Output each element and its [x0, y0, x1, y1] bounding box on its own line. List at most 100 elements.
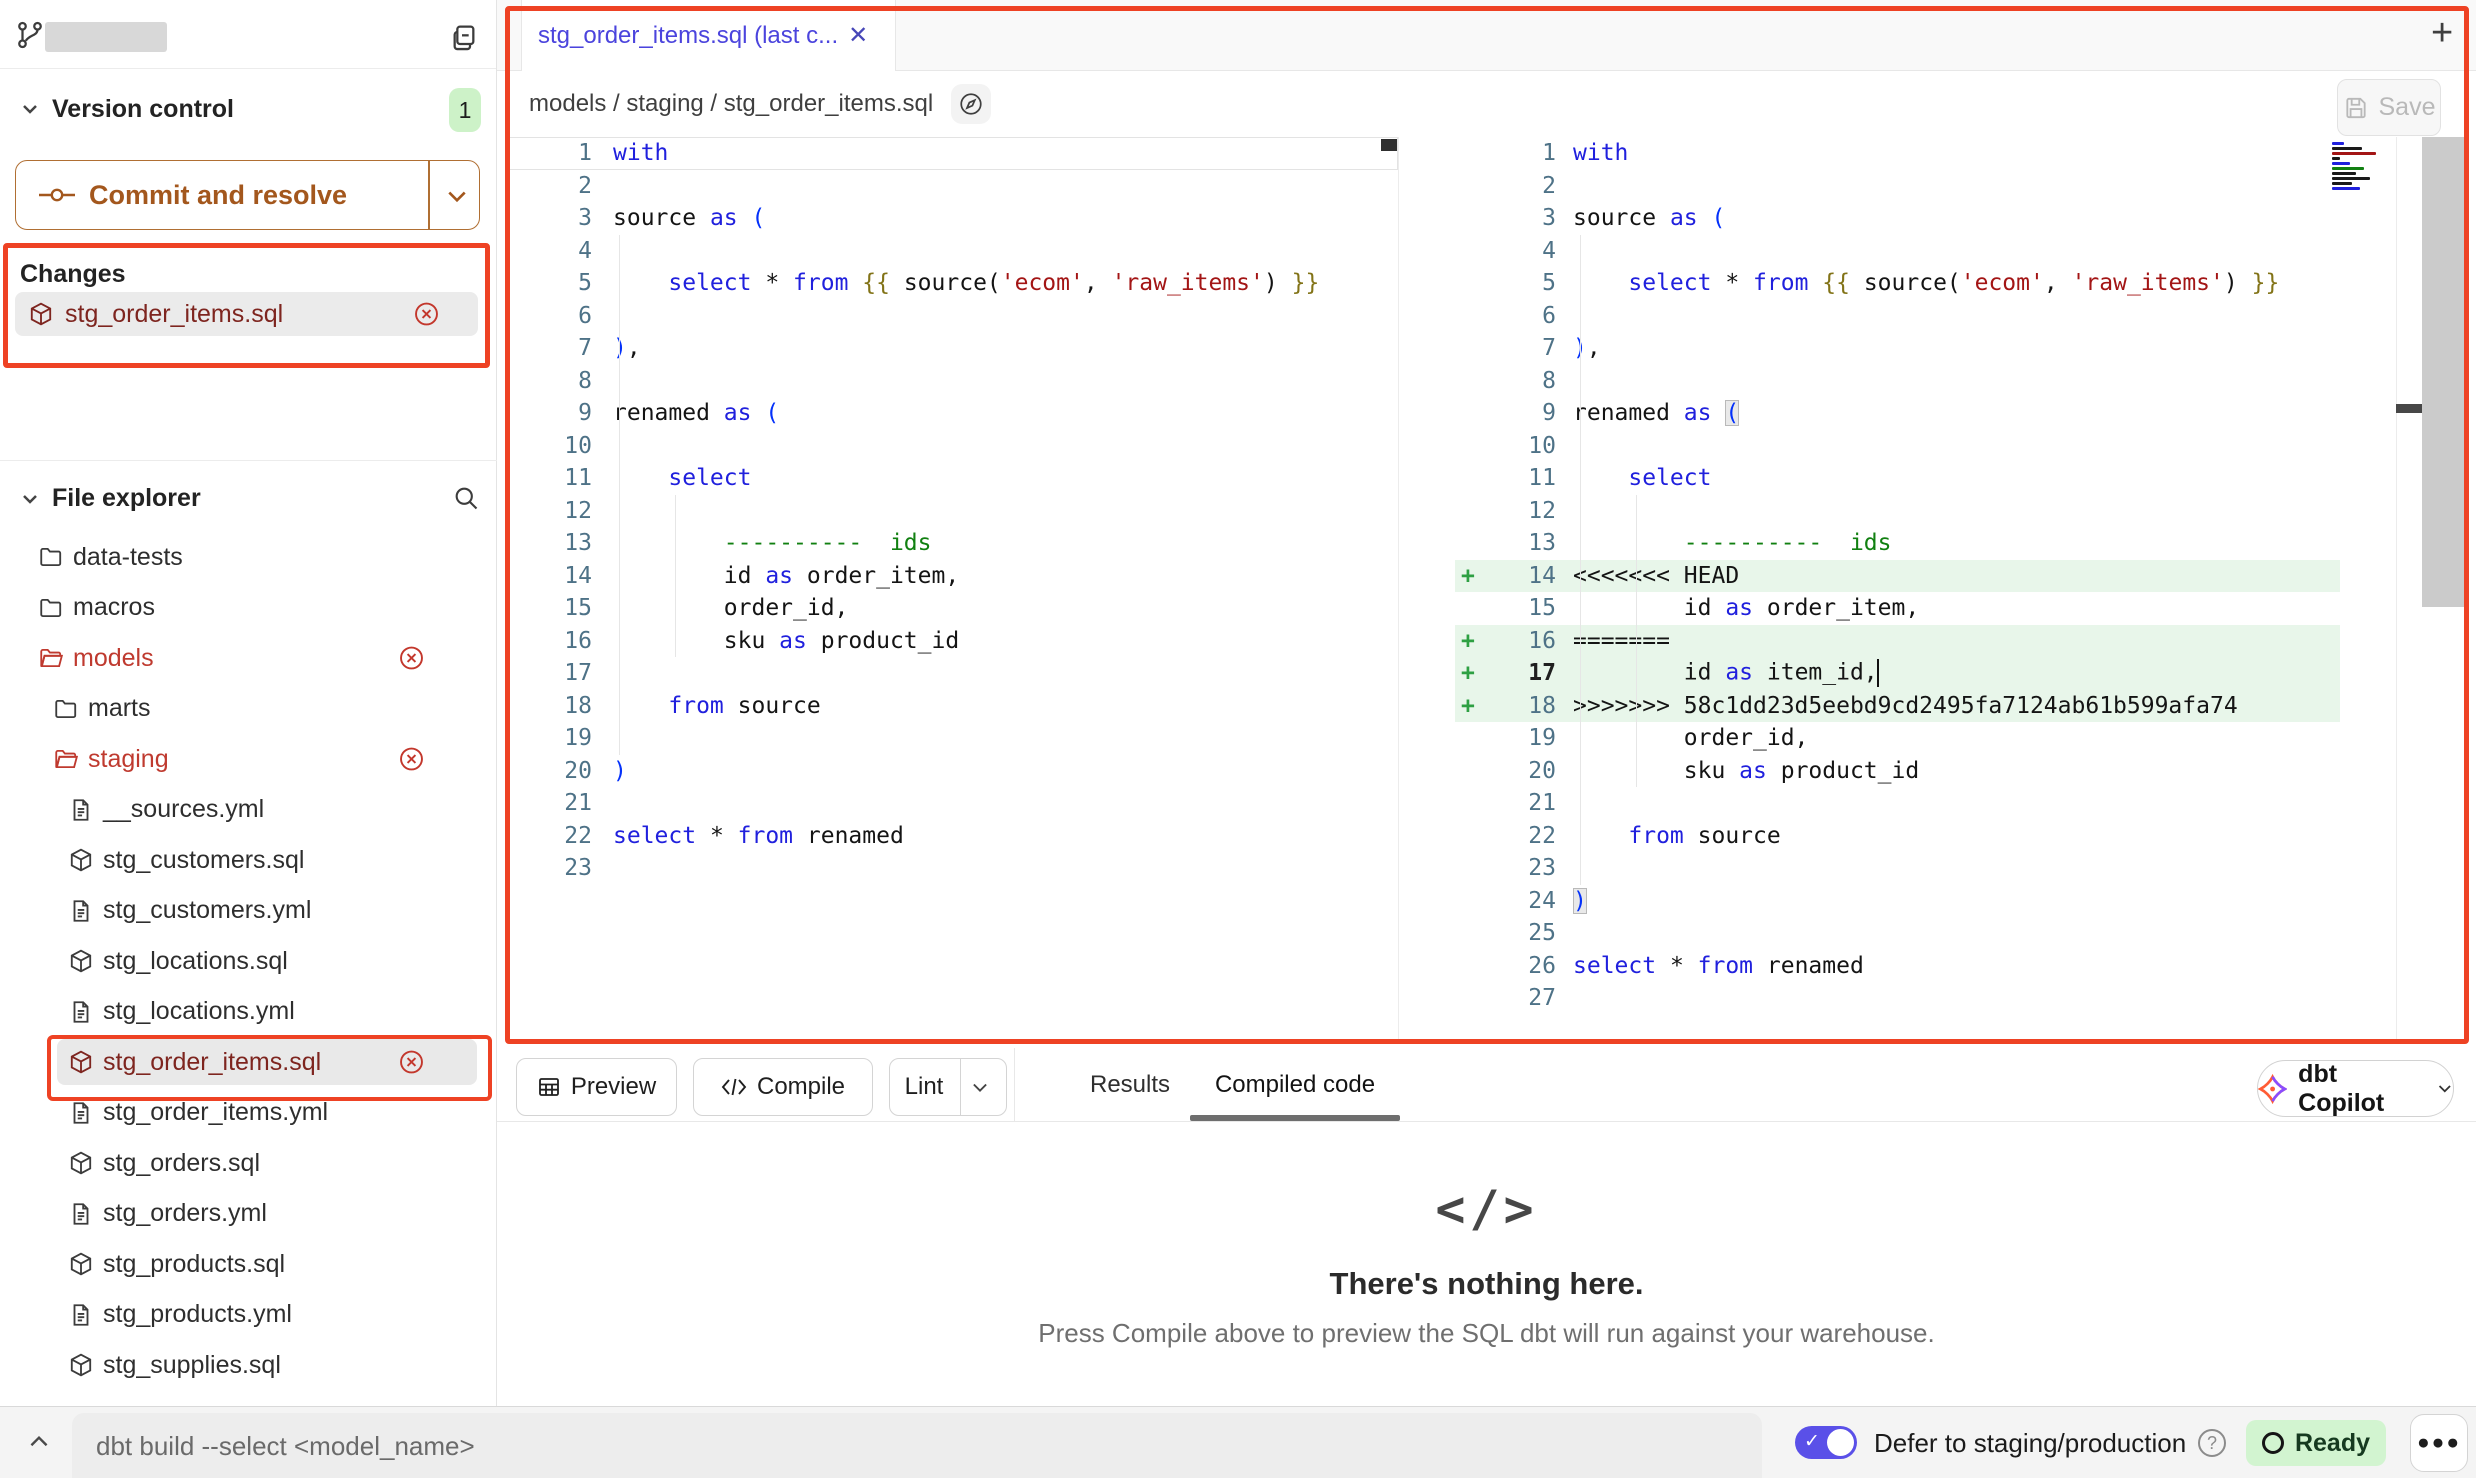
code-line[interactable]: +14<<<<<<< HEAD — [1455, 560, 2423, 593]
code-line[interactable]: 16 sku as product_id — [505, 625, 1398, 658]
tab-stg-order-items[interactable]: stg_order_items.sql (last c... ✕ — [521, 0, 896, 71]
file-item-stg-products-sql[interactable]: stg_products.sql — [0, 1241, 497, 1287]
ellipsis-icon[interactable]: ●●● — [2410, 1414, 2468, 1472]
code-line[interactable]: 9renamed as ( — [505, 397, 1398, 430]
file-item-stg-supplies-sql[interactable]: stg_supplies.sql — [0, 1342, 497, 1388]
file-item-marts[interactable]: marts — [0, 686, 497, 732]
copy-icon[interactable] — [448, 22, 480, 54]
code-line[interactable]: 2 — [1455, 170, 2423, 203]
code-line[interactable]: 27 — [1455, 982, 2423, 1015]
code-line[interactable]: 19 order_id, — [1455, 722, 2423, 755]
chevron-down-icon[interactable] — [971, 1081, 989, 1095]
code-line[interactable]: +17 id as item_id, — [1455, 657, 2423, 690]
defer-toggle[interactable]: ✓ — [1795, 1426, 1857, 1459]
code-line[interactable]: 11 select — [1455, 462, 2423, 495]
file-item-data-tests[interactable]: data-tests — [0, 534, 497, 580]
file-item-stg-order-items-sql[interactable]: stg_order_items.sql — [0, 1039, 497, 1085]
code-line[interactable]: 23 — [1455, 852, 2423, 885]
code-line[interactable]: 3source as ( — [505, 202, 1398, 235]
code-line[interactable]: 8 — [1455, 365, 2423, 398]
minimap[interactable] — [2332, 142, 2384, 202]
file-item-models[interactable]: models — [0, 635, 497, 681]
code-line[interactable]: 13 ---------- ids — [505, 527, 1398, 560]
code-line[interactable]: 1with — [1455, 137, 2423, 170]
circle-x-icon[interactable] — [398, 1049, 425, 1076]
code-line[interactable]: 7), — [505, 332, 1398, 365]
code-line[interactable]: 25 — [1455, 917, 2423, 950]
file-item-stg-customers-yml[interactable]: stg_customers.yml — [0, 888, 497, 934]
save-button[interactable]: Save — [2337, 79, 2441, 136]
open-in-lineage-button[interactable] — [951, 84, 991, 124]
code-line[interactable]: 22select * from renamed — [505, 820, 1398, 853]
code-line[interactable]: 8 — [505, 365, 1398, 398]
code-line[interactable]: 18 from source — [505, 690, 1398, 723]
code-line[interactable]: 21 — [505, 787, 1398, 820]
git-branch-icon[interactable] — [15, 20, 45, 50]
command-input[interactable]: dbt build --select <model_name> — [72, 1413, 1762, 1478]
preview-button[interactable]: Preview — [516, 1058, 677, 1116]
code-line[interactable]: 9renamed as ( — [1455, 397, 2423, 430]
code-line[interactable]: 6 — [505, 300, 1398, 333]
code-line[interactable]: 4 — [505, 235, 1398, 268]
magnifier-icon[interactable] — [452, 484, 480, 512]
code-line[interactable]: 3source as ( — [1455, 202, 2423, 235]
chevron-down-icon[interactable] — [446, 188, 468, 206]
code-line[interactable]: 7), — [1455, 332, 2423, 365]
compile-button[interactable]: Compile — [693, 1058, 873, 1116]
lint-button[interactable]: Lint — [889, 1058, 1007, 1116]
circle-x-icon[interactable] — [398, 645, 425, 672]
code-line[interactable]: 13 ---------- ids — [1455, 527, 2423, 560]
code-line[interactable]: +18>>>>>>> 58c1dd23d5eebd9cd2495fa7124ab… — [1455, 690, 2423, 723]
code-line[interactable]: 15 id as order_item, — [1455, 592, 2423, 625]
file-item-stg-orders-yml[interactable]: stg_orders.yml — [0, 1191, 497, 1237]
status-badge[interactable]: Ready — [2246, 1420, 2386, 1466]
code-line[interactable]: 19 — [505, 722, 1398, 755]
code-line[interactable]: 10 — [1455, 430, 2423, 463]
code-line[interactable]: 11 select — [505, 462, 1398, 495]
code-line[interactable]: 17 — [505, 657, 1398, 690]
tab-results[interactable]: Results — [1082, 1048, 1178, 1121]
code-line[interactable]: +16======= — [1455, 625, 2423, 658]
code-line[interactable]: 5 select * from {{ source('ecom', 'raw_i… — [1455, 267, 2423, 300]
code-line[interactable]: 10 — [505, 430, 1398, 463]
chevron-down-icon[interactable] — [20, 489, 40, 509]
code-line[interactable]: 4 — [1455, 235, 2423, 268]
code-line[interactable]: 20 sku as product_id — [1455, 755, 2423, 788]
file-item-stg-orders-sql[interactable]: stg_orders.sql — [0, 1140, 497, 1186]
close-icon[interactable]: ✕ — [848, 21, 868, 50]
code-line[interactable]: 2 — [505, 170, 1398, 203]
code-line[interactable]: 21 — [1455, 787, 2423, 820]
code-line[interactable]: 1with — [505, 137, 1398, 170]
file-item-staging[interactable]: staging — [0, 736, 497, 782]
code-line[interactable]: 12 — [505, 495, 1398, 528]
code-line[interactable]: 15 order_id, — [505, 592, 1398, 625]
question-circle-icon[interactable]: ? — [2198, 1429, 2226, 1457]
code-line[interactable]: 14 id as order_item, — [505, 560, 1398, 593]
circle-x-icon[interactable] — [398, 746, 425, 773]
code-line[interactable]: 12 — [1455, 495, 2423, 528]
commit-and-resolve-button[interactable]: Commit and resolve — [15, 160, 480, 230]
file-item-stg-locations-yml[interactable]: stg_locations.yml — [0, 989, 497, 1035]
tab-compiled-code[interactable]: Compiled code — [1204, 1048, 1386, 1121]
code-line[interactable]: 6 — [1455, 300, 2423, 333]
editor-scrollbar[interactable] — [2422, 137, 2467, 607]
dbt-copilot-button[interactable]: dbt Copilot — [2257, 1060, 2454, 1117]
circle-x-icon[interactable] — [413, 301, 440, 328]
code-line[interactable]: 5 select * from {{ source('ecom', 'raw_i… — [505, 267, 1398, 300]
new-tab-button[interactable]: + — [2431, 12, 2453, 55]
file-item-stg-locations-sql[interactable]: stg_locations.sql — [0, 938, 497, 984]
changed-file-item[interactable]: stg_order_items.sql — [15, 292, 478, 336]
editor-pane-original[interactable]: 1with23source as (45 select * from {{ so… — [505, 137, 1398, 885]
code-line[interactable]: 22 from source — [1455, 820, 2423, 853]
code-line[interactable]: 23 — [505, 852, 1398, 885]
file-item-stg-products-yml[interactable]: stg_products.yml — [0, 1292, 497, 1338]
chevron-down-icon[interactable] — [20, 99, 40, 119]
editor-pane-modified[interactable]: 1with23source as (45 select * from {{ so… — [1455, 137, 2423, 1015]
code-line[interactable]: 24) — [1455, 885, 2423, 918]
chevron-up-icon[interactable] — [26, 1429, 52, 1455]
file-item--sources-yml[interactable]: __sources.yml — [0, 787, 497, 833]
file-item-macros[interactable]: macros — [0, 585, 497, 631]
file-item-stg-order-items-yml[interactable]: stg_order_items.yml — [0, 1090, 497, 1136]
file-item-stg-customers-sql[interactable]: stg_customers.sql — [0, 837, 497, 883]
code-line[interactable]: 20) — [505, 755, 1398, 788]
